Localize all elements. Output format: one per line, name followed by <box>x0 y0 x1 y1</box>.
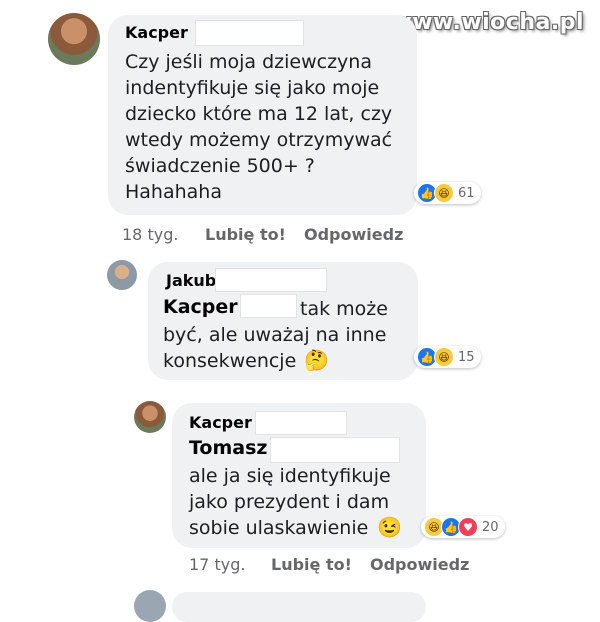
mention-tag[interactable]: Kacper <box>163 296 238 318</box>
redacted-surname <box>215 268 327 292</box>
reaction-count: 61 <box>458 185 475 201</box>
avatar[interactable] <box>48 13 100 65</box>
reply-link[interactable]: Odpowiedz <box>370 555 469 574</box>
reaction-summary[interactable]: 👍 😆 15 <box>414 346 481 368</box>
love-icon: ♥ <box>458 517 478 537</box>
wink-emoji: 😉 <box>377 517 402 539</box>
haha-icon: 😆 <box>434 183 454 203</box>
avatar[interactable] <box>107 260 137 290</box>
comment-time[interactable]: 17 tyg. <box>189 555 245 574</box>
haha-icon: 😆 <box>434 347 454 367</box>
comment-text: być, ale uważaj na inne konsekwencje <box>163 324 387 372</box>
comment-text-first-line: tak może <box>300 298 388 320</box>
reply-link[interactable]: Odpowiedz <box>304 225 403 244</box>
like-link[interactable]: Lubię to! <box>205 225 286 244</box>
redacted-surname <box>240 294 297 318</box>
watermark: www.wiocha.pl <box>391 10 584 35</box>
avatar[interactable] <box>134 590 166 622</box>
comment-text: Czy jeśli moja dziewczyna indentyfikuje … <box>125 51 393 203</box>
reaction-count: 20 <box>482 519 499 535</box>
mention-tag[interactable]: Tomasz <box>189 437 267 459</box>
comment-bubble <box>172 592 426 622</box>
reaction-count: 15 <box>458 349 475 365</box>
comment-time[interactable]: 18 tyg. <box>122 225 178 244</box>
redacted-surname <box>270 437 400 463</box>
reaction-summary[interactable]: 😆 👍 ♥ 20 <box>421 516 505 538</box>
avatar[interactable] <box>134 401 166 433</box>
redacted-surname <box>255 411 347 435</box>
reaction-summary[interactable]: 👍 😆 61 <box>414 182 481 204</box>
comment-author[interactable]: Kacper <box>125 23 188 42</box>
like-link[interactable]: Lubię to! <box>271 555 352 574</box>
comment-author[interactable]: Kacper <box>189 413 252 432</box>
comment-author[interactable]: Jakub <box>166 271 216 290</box>
comment-text: ale ja się identyfikuje jako prezydent i… <box>189 465 391 539</box>
thinking-emoji: 🤔 <box>304 350 329 372</box>
redacted-surname <box>195 20 304 46</box>
comment-meta: 18 tyg. <box>122 225 178 244</box>
